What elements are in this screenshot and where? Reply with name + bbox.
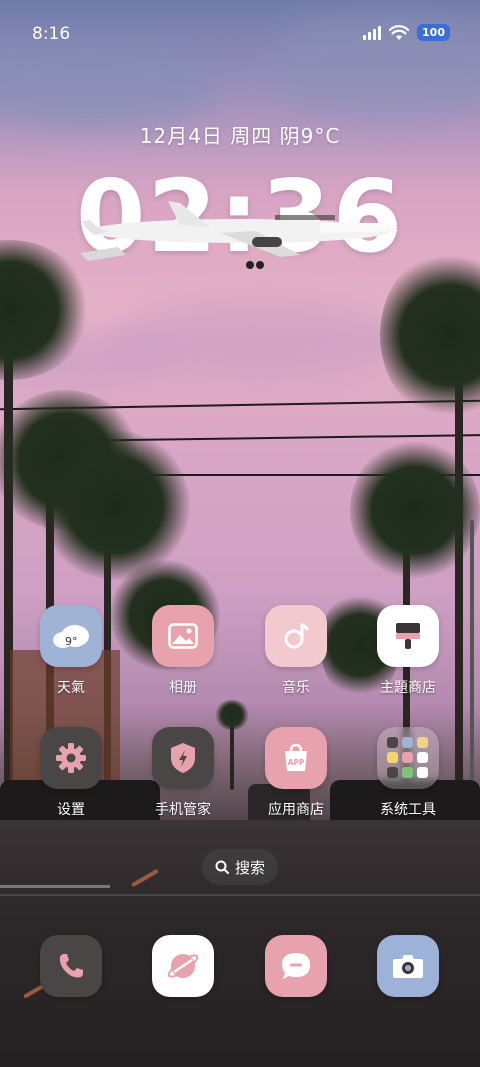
status-bar: 8:16 100 — [0, 0, 480, 70]
airplane-image — [80, 201, 398, 269]
signal-icon — [363, 25, 382, 40]
app-label: 相册 — [169, 680, 197, 696]
app-app-store[interactable]: APP 应用商店 — [236, 727, 356, 819]
app-label: 系统工具 — [380, 802, 436, 818]
app-label: 设置 — [57, 802, 85, 818]
shield-icon — [152, 727, 214, 789]
app-settings[interactable]: 设置 — [11, 727, 131, 819]
weather-temp: 9° — [65, 635, 78, 648]
dock-browser[interactable] — [123, 935, 243, 997]
weather-icon: 9° — [40, 605, 102, 667]
music-icon — [265, 605, 327, 667]
wifi-icon — [389, 24, 410, 40]
app-phone-manager[interactable]: 手机管家 — [123, 727, 243, 819]
date-weather-line: 12月4日 周四 阴9°C — [139, 124, 341, 148]
phone-icon — [40, 935, 102, 997]
gear-icon — [40, 727, 102, 789]
messages-icon — [265, 935, 327, 997]
app-label: 手机管家 — [155, 802, 211, 818]
app-label: 音乐 — [282, 680, 310, 696]
camera-icon — [377, 935, 439, 997]
search-label: 搜索 — [234, 858, 265, 877]
folder-icon — [377, 727, 439, 789]
battery-indicator: 100 — [417, 24, 450, 41]
browser-icon — [152, 935, 214, 997]
app-weather[interactable]: 9° 天氣 — [11, 605, 131, 697]
app-theme-store[interactable]: 主題商店 — [348, 605, 468, 697]
app-gallery[interactable]: 相册 — [123, 605, 243, 697]
app-store-badge: APP — [288, 758, 305, 767]
status-time: 8:16 — [32, 24, 71, 44]
gallery-icon — [152, 605, 214, 667]
app-label: 天氣 — [57, 680, 85, 696]
app-store-icon: APP — [265, 727, 327, 789]
dock-phone[interactable] — [11, 935, 131, 997]
app-label: 主題商店 — [380, 680, 436, 696]
dock-camera[interactable] — [348, 935, 468, 997]
theme-store-icon — [377, 605, 439, 667]
dock-messages[interactable] — [236, 935, 356, 997]
app-music[interactable]: 音乐 — [236, 605, 356, 697]
app-system-tools-folder[interactable]: 系统工具 — [348, 727, 468, 819]
status-icons: 100 — [363, 24, 450, 41]
search-icon — [215, 860, 229, 874]
app-label: 应用商店 — [268, 802, 324, 818]
search-button[interactable]: 搜索 — [202, 849, 278, 885]
